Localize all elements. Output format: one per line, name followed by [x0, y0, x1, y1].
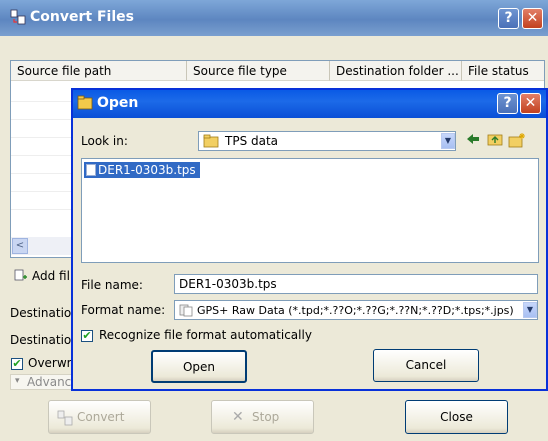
- column-file-status[interactable]: File status: [462, 61, 544, 81]
- advanced-toggle[interactable]: ▾ Advanc: [10, 374, 74, 390]
- format-name-value: GPS+ Raw Data (*.tpd;*.??O;*.??G;*.??N;*…: [197, 304, 514, 317]
- window-title: Convert Files: [30, 9, 134, 25]
- file-name-input[interactable]: DER1-0303b.tps: [174, 274, 538, 294]
- file-icon: [86, 164, 96, 180]
- format-icon: [179, 303, 193, 319]
- advanced-label: Advanc: [27, 375, 72, 389]
- dialog-close-button[interactable]: ✕: [520, 93, 541, 114]
- chevron-down-icon[interactable]: ▼: [441, 133, 455, 149]
- look-in-label: Look in:: [81, 134, 128, 148]
- look-in-dropdown[interactable]: TPS data ▼: [198, 131, 456, 151]
- column-destination-folder[interactable]: Destination folder ...: [330, 61, 462, 81]
- dialog-help-button[interactable]: ?: [497, 93, 518, 114]
- open-dialog-icon: [77, 95, 93, 114]
- stop-label: Stop: [252, 410, 280, 424]
- help-button[interactable]: ?: [498, 8, 519, 29]
- close-window-button[interactable]: ✕: [522, 8, 543, 29]
- convert-button[interactable]: Convert: [48, 400, 151, 434]
- format-name-label: Format name:: [81, 303, 166, 317]
- file-list[interactable]: DER1-0303b.tps: [81, 158, 539, 263]
- window-titlebar[interactable]: Convert Files ? ✕: [0, 0, 548, 36]
- dialog-title: Open: [97, 95, 139, 111]
- add-files-button[interactable]: Add fil: [10, 266, 74, 288]
- look-in-value: TPS data: [225, 134, 279, 148]
- convert-label: Convert: [77, 410, 125, 424]
- stop-button[interactable]: ✕ Stop: [211, 400, 314, 434]
- recognize-format-checkbox[interactable]: ✔: [81, 330, 93, 342]
- add-files-label: Add fil: [32, 269, 70, 283]
- chevron-down-icon[interactable]: ▼: [523, 302, 537, 318]
- convert-app-icon: [10, 9, 26, 25]
- new-folder-icon[interactable]: [507, 132, 527, 150]
- expand-arrow-icon: ▾: [15, 376, 20, 386]
- open-dialog: Open ? ✕ Look in: TPS data ▼ DER1-0303b.…: [71, 88, 548, 391]
- column-source-file-type[interactable]: Source file type: [187, 61, 330, 81]
- file-name-label: File name:: [81, 278, 143, 292]
- format-name-dropdown[interactable]: GPS+ Raw Data (*.tpd;*.??O;*.??G;*.??N;*…: [174, 300, 538, 320]
- destination-label: Destination: [10, 306, 79, 320]
- dialog-titlebar[interactable]: Open ? ✕: [73, 90, 546, 118]
- close-button[interactable]: Close: [405, 400, 508, 434]
- folder-icon: [203, 134, 219, 150]
- add-files-icon: [14, 269, 28, 286]
- scroll-left-button[interactable]: <: [12, 238, 28, 254]
- stop-x-icon: ✕: [232, 409, 244, 425]
- open-button[interactable]: Open: [151, 350, 247, 383]
- column-source-file-path[interactable]: Source file path: [11, 61, 187, 81]
- back-arrow-icon[interactable]: [463, 132, 483, 150]
- file-name-text: DER1-0303b.tps: [98, 163, 196, 177]
- convert-icon: [57, 410, 73, 429]
- cancel-button[interactable]: Cancel: [373, 349, 479, 382]
- destination-label: Destination: [10, 333, 79, 347]
- recognize-format-label: Recognize file format automatically: [99, 328, 312, 342]
- overwrite-checkbox[interactable]: ✔: [11, 358, 23, 370]
- file-item[interactable]: DER1-0303b.tps: [84, 162, 200, 178]
- up-folder-icon[interactable]: [485, 132, 505, 150]
